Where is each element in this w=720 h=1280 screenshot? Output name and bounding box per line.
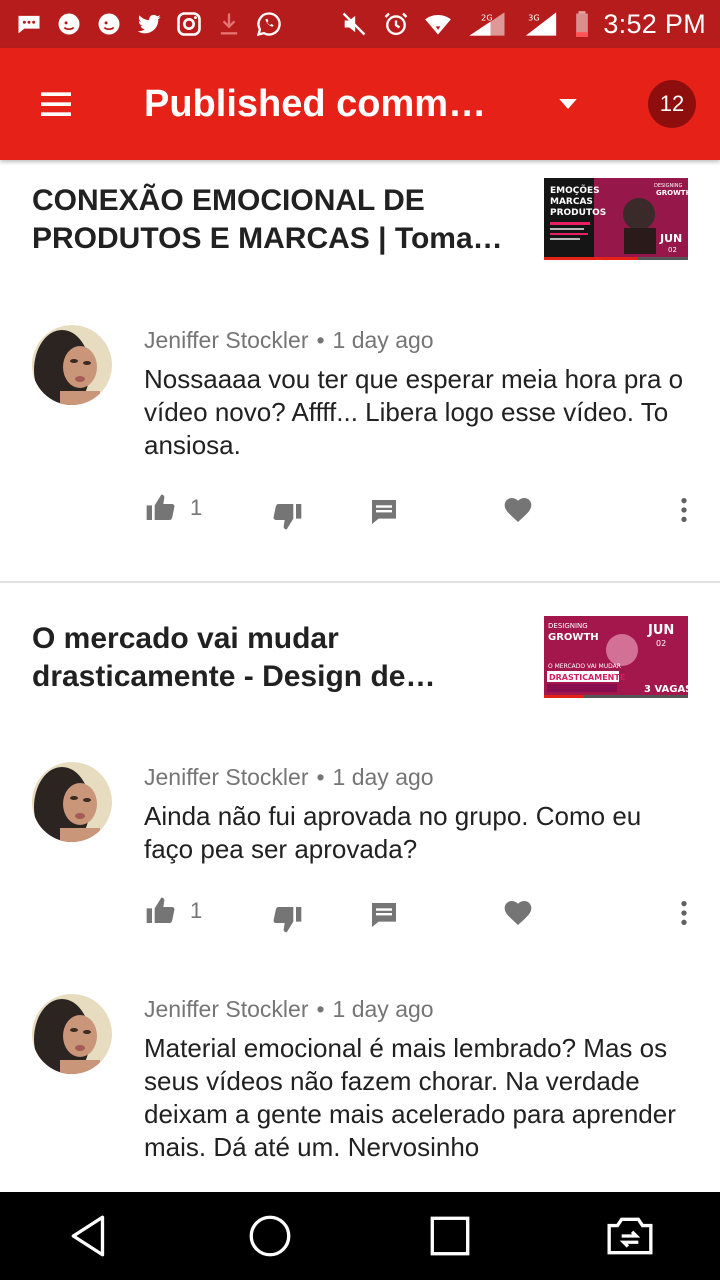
back-icon bbox=[71, 1215, 105, 1257]
signal-2-label: 3G bbox=[529, 13, 541, 23]
watch-progress-bar bbox=[544, 695, 585, 698]
more-vert-icon bbox=[681, 498, 687, 522]
title-dropdown-button[interactable] bbox=[538, 74, 598, 134]
video-thumbnail[interactable]: DESIGNING GROWTH JUN 02 O MERCADO VAI MU… bbox=[544, 616, 688, 698]
dislike-button[interactable] bbox=[272, 500, 304, 532]
comment-time: 1 day ago bbox=[332, 764, 434, 790]
system-icons: 2G 3G 3:52 PM bbox=[339, 9, 706, 40]
thumbs-up-icon bbox=[146, 897, 175, 923]
status-time: 3:52 PM bbox=[603, 8, 706, 39]
svg-text:DESIGNING: DESIGNING bbox=[548, 622, 588, 630]
comment-time: 1 day ago bbox=[332, 996, 434, 1022]
signal-2g-icon: 2G bbox=[465, 9, 509, 39]
svg-text:3 VAGAS: 3 VAGAS bbox=[644, 684, 688, 695]
like-count: 1 bbox=[190, 898, 203, 923]
nav-back-button[interactable] bbox=[45, 1196, 135, 1276]
heart-button[interactable] bbox=[502, 897, 534, 929]
more-options-button[interactable] bbox=[668, 494, 700, 526]
comments-list: CONEXÃO EMOCIONAL DE PRODUTOS E MARCAS |… bbox=[0, 160, 720, 1192]
page-title[interactable]: Published comments bbox=[144, 83, 504, 126]
watch-progress-bar bbox=[544, 257, 638, 260]
system-nav-bar bbox=[0, 1192, 720, 1280]
screen-share-icon bbox=[607, 1217, 653, 1255]
whatsapp-icon bbox=[254, 9, 284, 39]
dislike-button[interactable] bbox=[272, 903, 304, 935]
reply-button[interactable] bbox=[368, 899, 400, 931]
avatar[interactable] bbox=[32, 762, 112, 842]
video-title[interactable]: CONEXÃO EMOCIONAL DE PRODUTOS E MARCAS |… bbox=[32, 182, 512, 258]
heart-icon bbox=[504, 498, 532, 522]
comment-author[interactable]: Jeniffer Stockler bbox=[144, 327, 308, 353]
thumbnail-image: DESIGNING GROWTH JUN 02 O MERCADO VAI MU… bbox=[544, 616, 688, 698]
signal-1-label: 2G bbox=[482, 13, 494, 23]
comment-meta: Jeniffer Stockler • 1 day ago bbox=[144, 327, 434, 353]
video-header[interactable]: O mercado vai mudar drasticamente - Desi… bbox=[0, 598, 720, 708]
heart-icon bbox=[504, 901, 532, 925]
comment-text: Nossaaaa vou ter que esperar meia hora p… bbox=[144, 364, 684, 460]
comment-time: 1 day ago bbox=[332, 327, 434, 353]
svg-text:O MERCADO VAI MUDAR: O MERCADO VAI MUDAR bbox=[548, 663, 621, 670]
notification-icons bbox=[14, 9, 284, 39]
signal-3g-icon: 3G bbox=[521, 9, 561, 39]
heart-button[interactable] bbox=[502, 494, 534, 526]
comment-meta: Jeniffer Stockler • 1 day ago bbox=[144, 996, 434, 1022]
more-vert-icon bbox=[681, 901, 687, 925]
home-icon bbox=[249, 1215, 291, 1257]
mute-icon bbox=[339, 9, 369, 39]
alarm-icon bbox=[381, 9, 411, 39]
twitter-icon bbox=[134, 9, 164, 39]
comment-author[interactable]: Jeniffer Stockler bbox=[144, 996, 308, 1022]
avatar[interactable] bbox=[32, 325, 112, 405]
video-title[interactable]: O mercado vai mudar drasticamente - Desi… bbox=[32, 620, 512, 696]
thumbs-up-icon bbox=[146, 494, 175, 520]
comment-meta: Jeniffer Stockler • 1 day ago bbox=[144, 764, 434, 790]
avatar[interactable] bbox=[32, 994, 112, 1074]
reply-comment-icon bbox=[372, 903, 396, 927]
svg-text:MARCAS: MARCAS bbox=[550, 197, 593, 207]
thumbs-down-icon bbox=[273, 907, 302, 933]
battery-icon bbox=[573, 9, 591, 39]
download-icon bbox=[214, 9, 244, 39]
app-bar: Published comments 12 bbox=[0, 48, 720, 160]
video-header[interactable]: CONEXÃO EMOCIONAL DE PRODUTOS E MARCAS |… bbox=[0, 160, 720, 270]
nav-screen-share-button[interactable] bbox=[585, 1196, 675, 1276]
comment-author[interactable]: Jeniffer Stockler bbox=[144, 764, 308, 790]
comment-actions: 1 bbox=[0, 492, 720, 532]
svg-text:GROWTH: GROWTH bbox=[548, 632, 599, 643]
reply-button[interactable] bbox=[368, 496, 400, 528]
svg-text:PRODUTOS: PRODUTOS bbox=[550, 208, 606, 218]
account-count-badge[interactable]: 12 bbox=[648, 80, 696, 128]
video-thumbnail[interactable]: EMOÇÕES MARCAS PRODUTOS DESIGNING GROWTH… bbox=[544, 178, 688, 260]
comment-text: Ainda não fui aprovada no grupo. Como eu… bbox=[144, 801, 642, 864]
thumbs-down-icon bbox=[273, 504, 302, 530]
hamburger-menu-icon bbox=[41, 92, 71, 116]
mailchimp-icon bbox=[94, 9, 124, 39]
like-count: 1 bbox=[190, 495, 203, 520]
section-divider bbox=[0, 581, 720, 583]
svg-text:02: 02 bbox=[656, 639, 666, 648]
svg-text:EMOÇÕES: EMOÇÕES bbox=[550, 184, 600, 196]
wifi-icon bbox=[423, 9, 453, 39]
status-bar: 2G 3G 3:52 PM bbox=[0, 0, 720, 48]
recents-icon bbox=[430, 1216, 470, 1256]
dropdown-arrow-icon bbox=[559, 99, 577, 109]
mailchimp-icon bbox=[54, 9, 84, 39]
svg-text:02: 02 bbox=[668, 246, 677, 254]
message-icon bbox=[14, 9, 44, 39]
instagram-icon bbox=[174, 9, 204, 39]
nav-home-button[interactable] bbox=[225, 1196, 315, 1276]
more-options-button[interactable] bbox=[668, 897, 700, 929]
like-button[interactable]: 1 bbox=[144, 492, 202, 524]
svg-text:JUN: JUN bbox=[659, 232, 682, 245]
comment-text: Material emocional é mais lembrado? Mas … bbox=[144, 1033, 676, 1162]
nav-recents-button[interactable] bbox=[405, 1196, 495, 1276]
svg-text:GROWTH: GROWTH bbox=[656, 189, 688, 197]
menu-button[interactable] bbox=[0, 48, 112, 160]
like-button[interactable]: 1 bbox=[144, 895, 202, 927]
svg-text:DRASTICAMENTE: DRASTICAMENTE bbox=[549, 673, 625, 682]
thumbnail-image: EMOÇÕES MARCAS PRODUTOS DESIGNING GROWTH… bbox=[544, 178, 688, 260]
svg-text:JUN: JUN bbox=[647, 623, 674, 638]
reply-comment-icon bbox=[372, 500, 396, 524]
comment-actions: 1 bbox=[0, 895, 720, 935]
